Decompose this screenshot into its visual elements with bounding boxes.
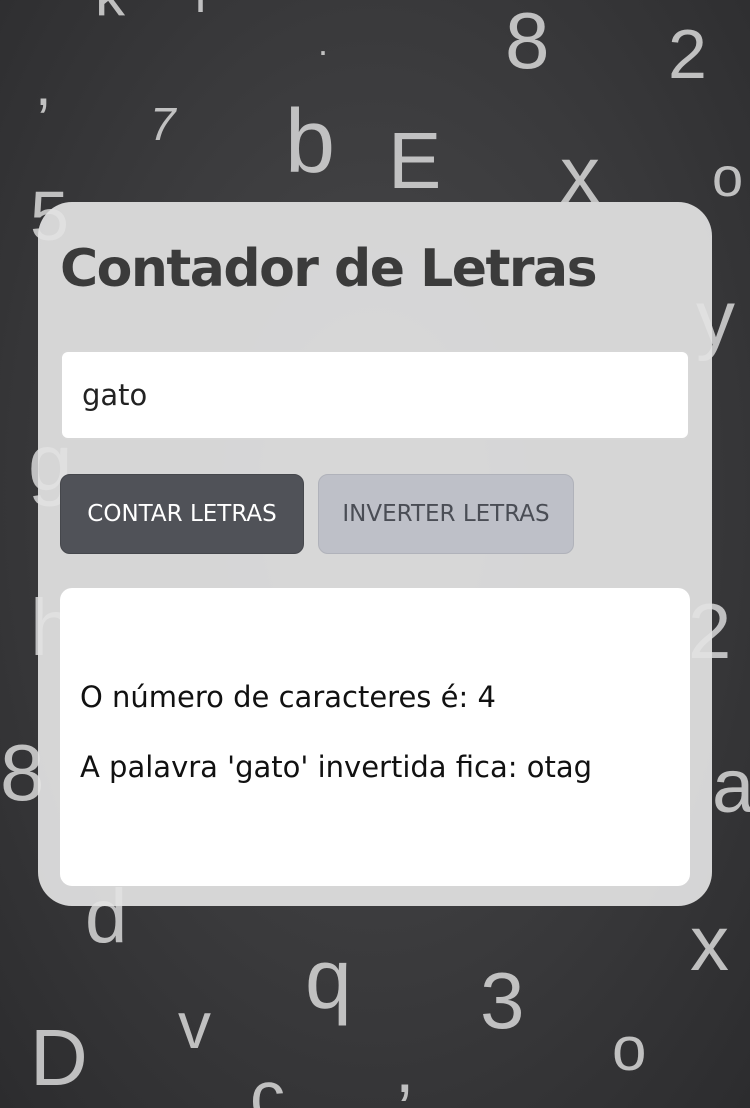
svg-text:v: v <box>178 988 211 1062</box>
svg-text:7: 7 <box>150 98 177 150</box>
page-title: Contador de Letras <box>60 239 598 299</box>
invert-letters-button[interactable]: INVERTER LETRAS <box>318 474 574 554</box>
svg-text:8: 8 <box>505 0 550 85</box>
button-row: CONTAR LETRAS INVERTER LETRAS <box>60 474 690 554</box>
count-letters-button[interactable]: CONTAR LETRAS <box>60 474 304 554</box>
svg-text:.: . <box>318 22 328 63</box>
svg-text:k: k <box>95 0 126 28</box>
svg-text:3: 3 <box>480 956 525 1045</box>
svg-text:q: q <box>305 932 352 1026</box>
svg-text:i: i <box>195 0 206 23</box>
svg-text:b: b <box>285 92 335 192</box>
svg-text:2: 2 <box>668 15 707 93</box>
svg-text:E: E <box>388 116 441 205</box>
svg-text:,: , <box>35 51 52 118</box>
reverse-result-text: A palavra 'gato' invertida fica: otag <box>80 750 593 784</box>
result-panel: O número de caracteres é: 4 A palavra 'g… <box>60 588 690 886</box>
svg-text:x: x <box>690 899 729 987</box>
app-card: Contador de Letras CONTAR LETRAS INVERTE… <box>38 202 712 906</box>
svg-text:,: , <box>395 1029 414 1107</box>
svg-text:c: c <box>250 1057 285 1108</box>
count-result-text: O número de caracteres é: 4 <box>80 680 496 714</box>
svg-text:a: a <box>712 744 750 829</box>
svg-text:o: o <box>712 145 743 208</box>
word-input[interactable] <box>60 350 690 440</box>
svg-text:o: o <box>612 1015 646 1084</box>
svg-text:D: D <box>30 1013 88 1102</box>
